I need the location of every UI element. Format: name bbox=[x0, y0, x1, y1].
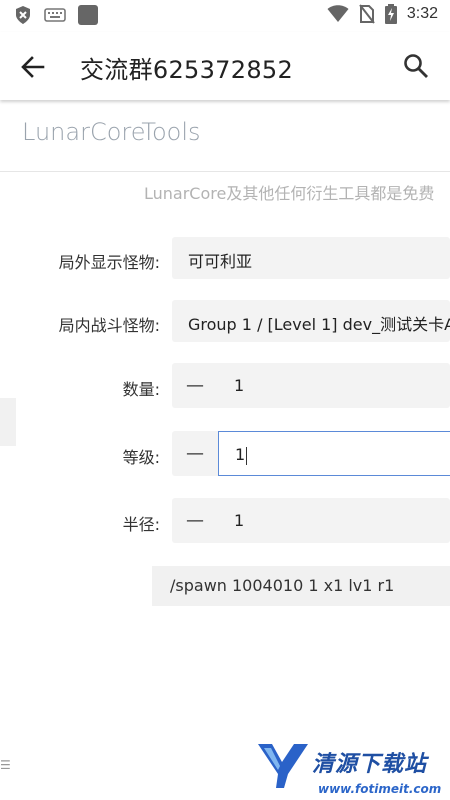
inner-monster-value: Group 1 / [Level 1] dev_测试关卡A bbox=[188, 315, 450, 334]
watermark-name: 清源下载站 bbox=[312, 752, 428, 777]
quantity-input[interactable]: 1 bbox=[218, 363, 450, 408]
quantity-decrement-button[interactable]: — bbox=[172, 363, 218, 408]
radius-stepper: — 1 bbox=[172, 498, 450, 543]
inner-monster-select[interactable]: Group 1 / [Level 1] dev_测试关卡A bbox=[172, 300, 450, 342]
search-button[interactable] bbox=[402, 52, 430, 80]
outer-monster-label: 局外显示怪物: bbox=[58, 253, 160, 272]
watermark-url: www.fotimeit.com bbox=[318, 782, 442, 796]
radius-label: 半径: bbox=[122, 515, 160, 534]
outer-monster-select[interactable]: 可可利亚 bbox=[172, 237, 450, 279]
shield-icon bbox=[16, 6, 30, 24]
no-sim-icon bbox=[359, 4, 375, 24]
app-notification-icon bbox=[78, 5, 98, 25]
battery-charging-icon bbox=[384, 4, 397, 24]
watermark: 清源下载站 www.fotimeit.com bbox=[256, 740, 446, 800]
radius-input[interactable]: 1 bbox=[218, 498, 450, 543]
outer-monster-value: 可可利亚 bbox=[188, 252, 253, 271]
web-header: LunarCoreTools bbox=[0, 100, 450, 172]
level-input[interactable]: 1 bbox=[218, 431, 450, 476]
arrow-left-icon bbox=[21, 56, 45, 78]
inner-monster-label: 局内战斗怪物: bbox=[58, 316, 160, 335]
app-bar: 交流群625372852 bbox=[0, 32, 450, 100]
wifi-icon bbox=[327, 5, 349, 22]
clock-time: 3:32 bbox=[406, 5, 438, 22]
search-icon bbox=[404, 54, 428, 78]
side-drawer-tab[interactable] bbox=[0, 398, 16, 446]
command-text: /spawn 1004010 1 x1 lv1 r1 bbox=[170, 576, 395, 595]
keyboard-icon bbox=[44, 8, 66, 22]
brand-title: LunarCoreTools bbox=[22, 118, 201, 146]
level-label: 等级: bbox=[122, 448, 160, 467]
back-button[interactable] bbox=[18, 52, 48, 82]
page-title: 交流群625372852 bbox=[80, 56, 294, 84]
command-output[interactable]: /spawn 1004010 1 x1 lv1 r1 bbox=[152, 566, 450, 606]
menu-handle-icon[interactable]: ☰ bbox=[0, 758, 11, 772]
level-input-value: 1 bbox=[235, 445, 246, 464]
level-stepper: — 1 bbox=[172, 431, 450, 476]
text-caret bbox=[246, 446, 248, 465]
notice-text: LunarCore及其他任何衍生工具都是免费 bbox=[144, 184, 435, 203]
radius-decrement-button[interactable]: — bbox=[172, 498, 218, 543]
quantity-label: 数量: bbox=[122, 380, 160, 399]
status-bar: 3:32 bbox=[0, 0, 450, 32]
level-decrement-button[interactable]: — bbox=[172, 431, 218, 476]
quantity-stepper: — 1 bbox=[172, 363, 450, 408]
watermark-logo-icon bbox=[258, 744, 308, 788]
